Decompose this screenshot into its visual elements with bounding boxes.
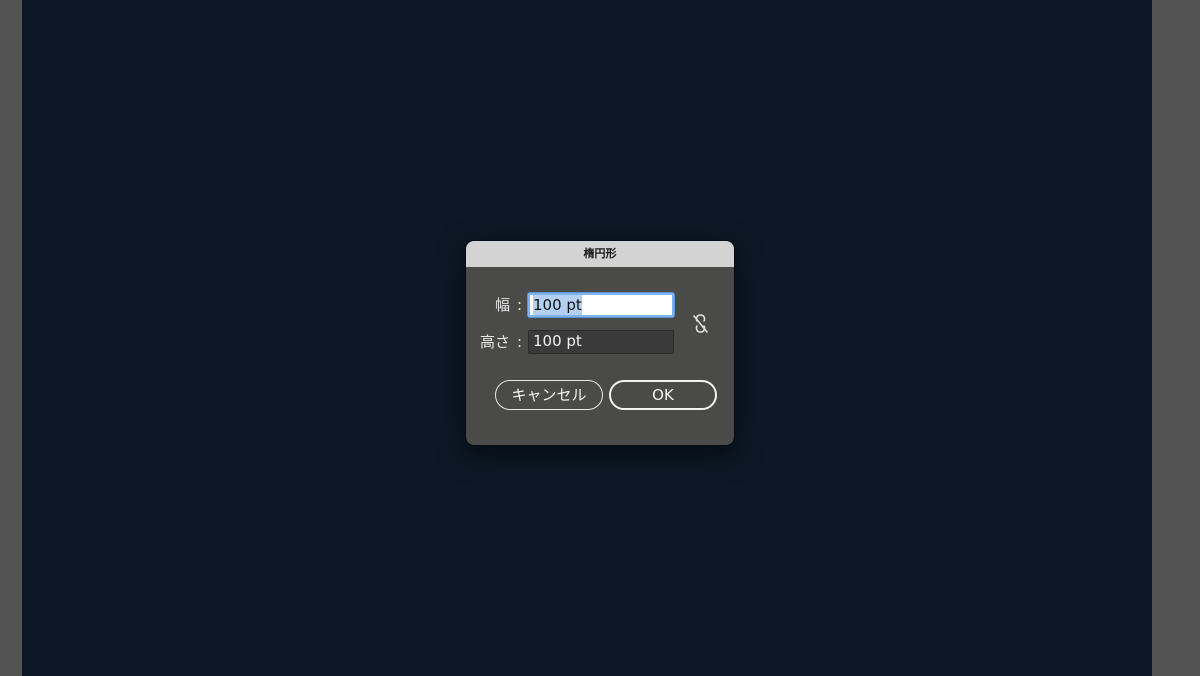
width-label: 幅 (494, 296, 510, 314)
ellipse-dialog: 楕円形 幅 : 100 pt 高さ : 100 pt キャンセル OK (466, 241, 734, 445)
height-field-value: 100 pt (533, 332, 582, 350)
link-broken-icon[interactable] (692, 313, 710, 335)
width-field-value: 100 pt (533, 295, 582, 315)
height-row: 高さ : (466, 330, 526, 354)
ok-button[interactable]: OK (609, 380, 717, 410)
height-field[interactable]: 100 pt (528, 330, 674, 354)
workspace-canvas: 楕円形 幅 : 100 pt 高さ : 100 pt キャンセル OK (0, 0, 1200, 676)
height-label-colon: : (516, 333, 522, 351)
width-field[interactable]: 100 pt (528, 293, 674, 317)
cancel-button[interactable]: キャンセル (495, 380, 603, 410)
width-label-colon: : (516, 296, 522, 314)
width-row: 幅 : (466, 293, 526, 317)
dialog-title: 楕円形 (466, 241, 734, 267)
height-label: 高さ (479, 333, 510, 351)
